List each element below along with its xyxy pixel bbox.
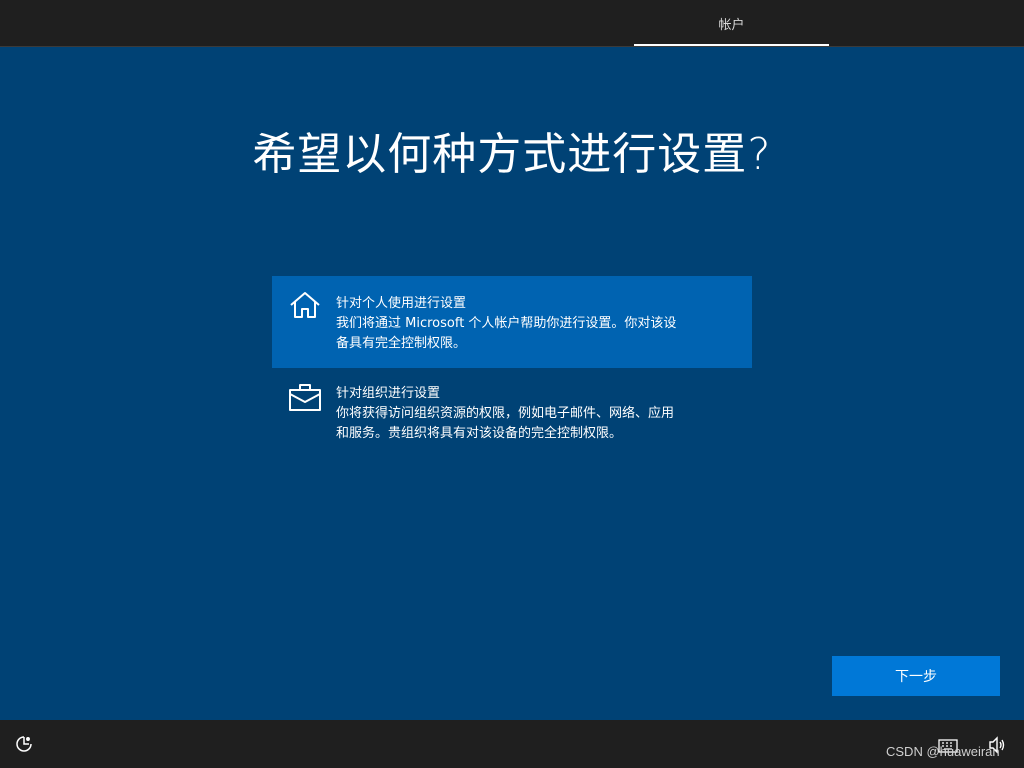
option-organization-title: 针对组织进行设置 <box>336 386 441 401</box>
option-organization[interactable]: 针对组织进行设置 你将获得访问组织资源的权限，例如电子邮件、网络、应用 和服务。… <box>272 376 752 456</box>
tab-account-underline <box>634 44 829 46</box>
tab-account[interactable]: 帐户 <box>634 0 829 46</box>
top-bar: 帐户 <box>0 0 1024 47</box>
option-personal-title: 针对个人使用进行设置 <box>336 296 467 311</box>
home-icon <box>288 290 322 320</box>
watermark-text: CSDN @huaweiran <box>886 744 1000 759</box>
page-title: 希望以何种方式进行设置? <box>252 129 772 180</box>
option-personal-desc-line2: 备具有完全控制权限。 <box>336 336 467 351</box>
option-personal-use[interactable]: 针对个人使用进行设置 我们将通过 Microsoft 个人帐户帮助你进行设置。你… <box>272 276 752 368</box>
option-organization-desc-line2: 和服务。贵组织将具有对该设备的完全控制权限。 <box>336 426 623 441</box>
option-personal-desc-line1: 我们将通过 Microsoft 个人帐户帮助你进行设置。你对该设 <box>336 316 677 331</box>
option-organization-desc-line1: 你将获得访问组织资源的权限，例如电子邮件、网络、应用 <box>336 406 675 421</box>
next-button[interactable]: 下一步 <box>832 656 1000 696</box>
ease-of-access-icon[interactable] <box>14 734 34 754</box>
bottom-bar <box>0 720 1024 768</box>
briefcase-icon <box>288 382 322 412</box>
